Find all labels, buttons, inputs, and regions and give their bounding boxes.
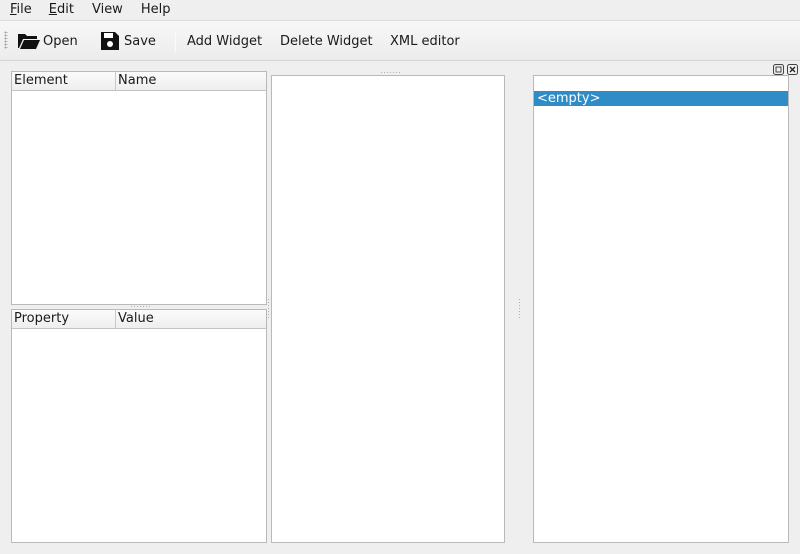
toolbar-separator [175,30,176,52]
column-header-element[interactable]: Element [12,72,116,90]
list-item-selected[interactable]: <empty> [534,91,788,106]
column-header-name[interactable]: Name [116,72,266,90]
menu-edit[interactable]: Edit [39,0,81,20]
floppy-save-icon [98,30,122,52]
element-tree[interactable]: Element Name [11,71,267,305]
add-widget-label: Add Widget [187,33,263,49]
property-table[interactable]: Property Value [11,309,267,543]
xml-editor-button[interactable]: XML editor [390,28,460,54]
design-canvas[interactable] [271,75,505,543]
xml-editor-label: XML editor [390,33,460,49]
menu-file[interactable]: File [0,0,39,20]
menu-view[interactable]: View [81,0,130,20]
column-header-property[interactable]: Property [12,310,116,328]
save-label: Save [124,33,156,49]
menu-help[interactable]: Help [130,0,178,20]
toolbar-grip[interactable] [4,31,8,49]
element-tree-header: Element Name [12,72,266,91]
folder-open-icon [17,30,41,52]
delete-widget-label: Delete Widget [280,33,373,49]
widget-list[interactable]: <empty> [533,75,789,543]
save-button[interactable]: Save [98,28,156,54]
splitter-handle-left-vertical[interactable] [267,298,270,318]
splitter-handle-left[interactable] [130,305,150,308]
float-icon[interactable] [773,64,784,75]
menu-bar: File Edit View Help [0,0,800,20]
splitter-handle-top-center[interactable] [380,71,400,74]
toolbar: Open Save Add Widget Delete Widget XML e… [0,20,800,61]
splitter-handle-right[interactable] [518,298,521,318]
open-button[interactable]: Open [17,28,78,54]
close-icon[interactable] [787,64,798,75]
open-label: Open [43,33,78,49]
delete-widget-button[interactable]: Delete Widget [280,28,373,54]
add-widget-button[interactable]: Add Widget [187,28,262,54]
column-header-value[interactable]: Value [116,310,266,328]
property-table-header: Property Value [12,310,266,329]
